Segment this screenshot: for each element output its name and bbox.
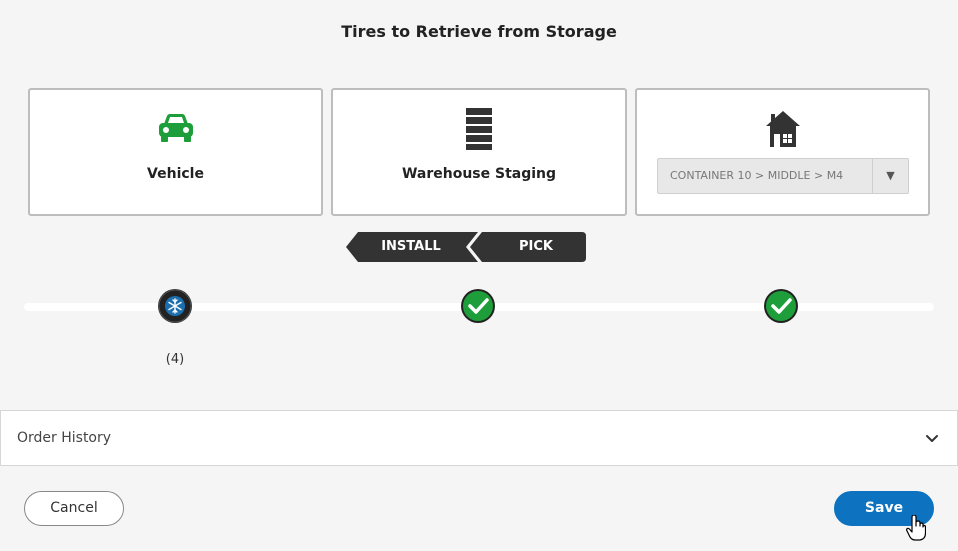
page-title: Tires to Retrieve from Storage (341, 22, 617, 41)
step-install[interactable]: INSTALL (356, 239, 466, 254)
shelving-icon (333, 108, 625, 154)
tire-count-label: (4) (165, 352, 185, 367)
chevron-down-icon[interactable] (925, 431, 939, 450)
cancel-button[interactable]: Cancel (24, 491, 124, 526)
warehouse-staging-label: Warehouse Staging (401, 166, 557, 182)
vehicle-card[interactable]: Vehicle (28, 88, 323, 216)
warehouse-icon (637, 110, 928, 152)
order-history-label: Order History (17, 430, 112, 446)
check-icon (763, 288, 799, 324)
snowflake-tire-icon (157, 288, 193, 324)
step-indicator: INSTALL PICK (346, 232, 586, 262)
step-pick[interactable]: PICK (476, 239, 596, 254)
order-history-accordion[interactable]: Order History (0, 410, 958, 466)
car-icon (30, 112, 321, 148)
warehouse-staging-card[interactable]: Warehouse Staging (331, 88, 627, 216)
dropdown-arrow-icon[interactable]: ▼ (872, 159, 908, 193)
hand-cursor-icon (906, 514, 927, 545)
check-icon (460, 288, 496, 324)
location-value: CONTAINER 10 > MIDDLE > M4 (670, 169, 844, 182)
vehicle-label: Vehicle (147, 166, 204, 182)
location-select[interactable]: CONTAINER 10 > MIDDLE > M4 ▼ (657, 158, 909, 194)
storage-location-card: CONTAINER 10 > MIDDLE > M4 ▼ (635, 88, 930, 216)
